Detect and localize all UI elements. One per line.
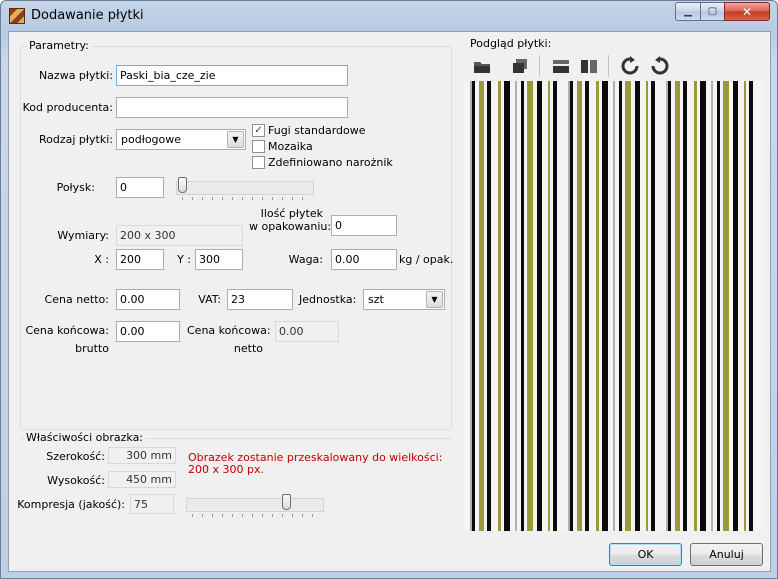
image-properties-group-label: Właściwości obrazka: [24,431,146,444]
pack-qty-input[interactable]: 0 [331,215,397,236]
dimensions-value: 200 x 300 [116,225,243,246]
minimize-button[interactable]: ▁ [675,2,701,21]
compression-slider[interactable] [186,494,324,518]
flip-horizontal-icon[interactable] [549,54,573,78]
vat-label: VAT: [198,293,221,306]
toolbar-separator-1 [539,55,540,77]
pack-qty-label-line1: Ilość płytek [260,207,323,220]
net-price-input[interactable]: 0.00 [116,289,180,310]
final-gross-input[interactable]: 0.00 [116,321,180,342]
x-input[interactable]: 200 [116,249,164,270]
gloss-input[interactable]: 0 [116,177,164,198]
gloss-slider-track [176,181,314,195]
pack-qty-label-line2: w opakowaniu: [249,220,332,233]
app-icon [9,8,25,24]
width-value: 300 mm [108,447,176,464]
weight-input[interactable]: 0.00 [331,249,397,270]
weight-unit: kg / opak. [399,253,454,266]
compression-slider-track [186,498,324,512]
close-button[interactable]: ✕ [724,2,770,21]
dialog-client-area: Parametry: Nazwa płytki: Paski_bia_cze_z… [8,31,771,572]
weight-label: Waga: [288,253,323,266]
maximize-button[interactable]: ▢ [700,2,725,21]
gloss-slider-ticks [182,197,308,200]
dimensions-label: Wymiary: [57,229,109,242]
compression-slider-ticks [192,514,318,517]
tile-name-label: Nazwa płytki: [38,69,113,82]
window-title: Dodawanie płytki [31,8,144,23]
tile-type-value: podłogowe [121,133,182,146]
title-bar[interactable]: Dodawanie płytki ▁ ▢ ✕ [1,1,777,31]
gloss-label: Połysk: [56,181,95,194]
final-net-label-line2: netto [233,342,263,355]
final-net-value: 0.00 [275,321,339,342]
standard-joints-label: Fugi standardowe [268,123,366,137]
mosaic-box[interactable] [252,139,265,153]
gloss-slider-thumb[interactable] [178,177,187,193]
dialog-window: Dodawanie płytki ▁ ▢ ✕ Parametry: Nazwa … [0,0,778,579]
unit-value: szt [368,293,384,306]
width-label: Szerokość: [46,450,105,463]
y-label: Y : [177,253,191,266]
x-label: X : [94,253,109,266]
ok-button[interactable]: OK [609,543,682,566]
tile-preview-image [464,81,764,531]
final-gross-label-line1: Cena końcowa: [25,324,109,337]
copy-icon[interactable] [508,54,532,78]
compression-value: 75 [130,494,174,514]
chevron-down-icon[interactable]: ▼ [426,291,443,308]
producer-code-input[interactable] [116,97,348,118]
producer-code-label: Kod producenta: [22,101,113,114]
corner-defined-label: Zdefiniowano narożnik [268,155,393,169]
checkmark-icon[interactable]: ✓ [252,123,265,137]
y-input[interactable]: 300 [195,249,243,270]
open-icon[interactable] [470,54,494,78]
corner-defined-checkbox[interactable]: Zdefiniowano narożnik [252,155,393,169]
standard-joints-checkbox[interactable]: ✓ Fugi standardowe [252,123,366,137]
compression-label: Kompresja (jakość): [17,498,125,511]
tile-name-input[interactable]: Paski_bia_cze_zie [116,65,348,86]
height-label: Wysokość: [47,474,105,487]
mosaic-checkbox[interactable]: Mozaika [252,139,313,153]
height-value: 450 mm [108,471,176,488]
corner-defined-box[interactable] [252,155,265,169]
mosaic-label: Mozaika [268,139,313,153]
chevron-down-icon[interactable]: ▼ [227,131,244,148]
compression-slider-thumb[interactable] [282,494,291,510]
parameters-group-label: Parametry: [27,39,91,52]
tile-type-label: Rodzaj płytki: [39,133,113,146]
unit-label: Jednostka: [299,293,357,306]
final-net-label-line1: Cena końcowa: [187,324,271,337]
preview-group-label: Podgląd płytki: [470,37,552,50]
toolbar-separator-2 [608,55,609,77]
gloss-slider[interactable] [176,177,314,201]
rotate-left-icon[interactable] [648,54,672,78]
flip-vertical-icon[interactable] [577,54,601,78]
vat-input[interactable]: 23 [227,289,293,310]
unit-select[interactable]: szt ▼ [363,289,445,310]
final-gross-label-line2: brutto [75,342,109,355]
net-price-label: Cena netto: [44,293,109,306]
rescale-notice-line2: 200 x 300 px. [188,463,264,476]
rotate-right-icon[interactable] [618,54,642,78]
cancel-button[interactable]: Anuluj [690,543,763,566]
tile-type-select[interactable]: podłogowe ▼ [116,129,246,150]
